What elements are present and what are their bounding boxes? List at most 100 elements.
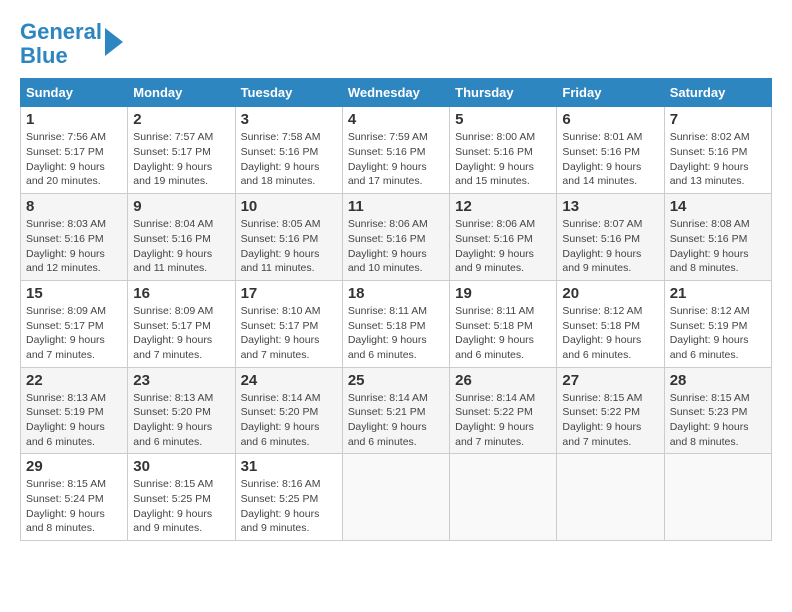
calendar-header-row: Sunday Monday Tuesday Wednesday Thursday…	[21, 79, 772, 107]
sunrise-label: Sunrise: 8:02 AM	[670, 131, 750, 143]
daylight-label: Daylight: 9 hours and 7 minutes.	[26, 334, 105, 361]
day-info: Sunrise: 8:13 AM Sunset: 5:20 PM Dayligh…	[133, 391, 229, 450]
day-info: Sunrise: 8:06 AM Sunset: 5:16 PM Dayligh…	[348, 217, 444, 276]
calendar-cell: 21 Sunrise: 8:12 AM Sunset: 5:19 PM Dayl…	[664, 280, 771, 367]
daylight-label: Daylight: 9 hours and 12 minutes.	[26, 248, 105, 275]
sunset-label: Sunset: 5:16 PM	[455, 146, 533, 158]
day-number: 16	[133, 285, 229, 302]
day-info: Sunrise: 8:06 AM Sunset: 5:16 PM Dayligh…	[455, 217, 551, 276]
calendar-cell	[557, 454, 664, 541]
logo-blue: Blue	[20, 43, 68, 68]
day-number: 3	[241, 111, 337, 128]
day-info: Sunrise: 8:12 AM Sunset: 5:18 PM Dayligh…	[562, 304, 658, 363]
day-number: 26	[455, 372, 551, 389]
day-info: Sunrise: 8:14 AM Sunset: 5:20 PM Dayligh…	[241, 391, 337, 450]
calendar-week-row: 15 Sunrise: 8:09 AM Sunset: 5:17 PM Dayl…	[21, 280, 772, 367]
calendar-table: Sunday Monday Tuesday Wednesday Thursday…	[20, 78, 772, 541]
sunrise-label: Sunrise: 7:57 AM	[133, 131, 213, 143]
calendar-cell: 8 Sunrise: 8:03 AM Sunset: 5:16 PM Dayli…	[21, 194, 128, 281]
logo-arrow-icon	[105, 28, 123, 56]
daylight-label: Daylight: 9 hours and 9 minutes.	[562, 248, 641, 275]
day-info: Sunrise: 8:15 AM Sunset: 5:23 PM Dayligh…	[670, 391, 766, 450]
daylight-label: Daylight: 9 hours and 15 minutes.	[455, 161, 534, 188]
calendar-week-row: 8 Sunrise: 8:03 AM Sunset: 5:16 PM Dayli…	[21, 194, 772, 281]
daylight-label: Daylight: 9 hours and 6 minutes.	[670, 334, 749, 361]
logo-text: General Blue	[20, 20, 102, 68]
calendar-cell: 27 Sunrise: 8:15 AM Sunset: 5:22 PM Dayl…	[557, 367, 664, 454]
day-number: 11	[348, 198, 444, 215]
calendar-cell: 4 Sunrise: 7:59 AM Sunset: 5:16 PM Dayli…	[342, 107, 449, 194]
sunset-label: Sunset: 5:20 PM	[241, 406, 319, 418]
calendar-cell: 6 Sunrise: 8:01 AM Sunset: 5:16 PM Dayli…	[557, 107, 664, 194]
day-info: Sunrise: 8:07 AM Sunset: 5:16 PM Dayligh…	[562, 217, 658, 276]
sunrise-label: Sunrise: 8:16 AM	[241, 478, 321, 490]
sunrise-label: Sunrise: 8:08 AM	[670, 218, 750, 230]
logo-general: General	[20, 19, 102, 44]
day-info: Sunrise: 8:16 AM Sunset: 5:25 PM Dayligh…	[241, 477, 337, 536]
page-header: General Blue	[20, 20, 772, 68]
calendar-cell: 22 Sunrise: 8:13 AM Sunset: 5:19 PM Dayl…	[21, 367, 128, 454]
daylight-label: Daylight: 9 hours and 8 minutes.	[670, 248, 749, 275]
day-info: Sunrise: 7:59 AM Sunset: 5:16 PM Dayligh…	[348, 130, 444, 189]
sunset-label: Sunset: 5:25 PM	[241, 493, 319, 505]
sunset-label: Sunset: 5:18 PM	[562, 320, 640, 332]
calendar-cell: 26 Sunrise: 8:14 AM Sunset: 5:22 PM Dayl…	[450, 367, 557, 454]
sunrise-label: Sunrise: 8:13 AM	[26, 392, 106, 404]
calendar-cell: 2 Sunrise: 7:57 AM Sunset: 5:17 PM Dayli…	[128, 107, 235, 194]
daylight-label: Daylight: 9 hours and 20 minutes.	[26, 161, 105, 188]
calendar-cell: 29 Sunrise: 8:15 AM Sunset: 5:24 PM Dayl…	[21, 454, 128, 541]
day-number: 22	[26, 372, 122, 389]
day-info: Sunrise: 7:56 AM Sunset: 5:17 PM Dayligh…	[26, 130, 122, 189]
daylight-label: Daylight: 9 hours and 11 minutes.	[133, 248, 212, 275]
calendar-cell	[342, 454, 449, 541]
day-info: Sunrise: 8:09 AM Sunset: 5:17 PM Dayligh…	[26, 304, 122, 363]
calendar-cell	[450, 454, 557, 541]
day-number: 12	[455, 198, 551, 215]
day-number: 27	[562, 372, 658, 389]
sunset-label: Sunset: 5:16 PM	[133, 233, 211, 245]
calendar-cell: 5 Sunrise: 8:00 AM Sunset: 5:16 PM Dayli…	[450, 107, 557, 194]
calendar-cell: 31 Sunrise: 8:16 AM Sunset: 5:25 PM Dayl…	[235, 454, 342, 541]
day-number: 24	[241, 372, 337, 389]
sunrise-label: Sunrise: 8:04 AM	[133, 218, 213, 230]
sunset-label: Sunset: 5:22 PM	[562, 406, 640, 418]
sunrise-label: Sunrise: 7:59 AM	[348, 131, 428, 143]
sunset-label: Sunset: 5:16 PM	[348, 146, 426, 158]
col-sunday: Sunday	[21, 79, 128, 107]
sunset-label: Sunset: 5:16 PM	[348, 233, 426, 245]
calendar-cell: 12 Sunrise: 8:06 AM Sunset: 5:16 PM Dayl…	[450, 194, 557, 281]
calendar-cell: 30 Sunrise: 8:15 AM Sunset: 5:25 PM Dayl…	[128, 454, 235, 541]
day-number: 13	[562, 198, 658, 215]
day-info: Sunrise: 7:58 AM Sunset: 5:16 PM Dayligh…	[241, 130, 337, 189]
calendar-cell: 13 Sunrise: 8:07 AM Sunset: 5:16 PM Dayl…	[557, 194, 664, 281]
day-info: Sunrise: 8:15 AM Sunset: 5:22 PM Dayligh…	[562, 391, 658, 450]
sunset-label: Sunset: 5:19 PM	[670, 320, 748, 332]
day-number: 28	[670, 372, 766, 389]
sunrise-label: Sunrise: 8:01 AM	[562, 131, 642, 143]
day-number: 8	[26, 198, 122, 215]
daylight-label: Daylight: 9 hours and 6 minutes.	[241, 421, 320, 448]
daylight-label: Daylight: 9 hours and 6 minutes.	[455, 334, 534, 361]
day-info: Sunrise: 8:00 AM Sunset: 5:16 PM Dayligh…	[455, 130, 551, 189]
sunset-label: Sunset: 5:16 PM	[670, 233, 748, 245]
sunset-label: Sunset: 5:23 PM	[670, 406, 748, 418]
day-info: Sunrise: 7:57 AM Sunset: 5:17 PM Dayligh…	[133, 130, 229, 189]
sunrise-label: Sunrise: 8:12 AM	[670, 305, 750, 317]
calendar-cell	[664, 454, 771, 541]
day-number: 7	[670, 111, 766, 128]
daylight-label: Daylight: 9 hours and 9 minutes.	[455, 248, 534, 275]
day-number: 14	[670, 198, 766, 215]
sunset-label: Sunset: 5:22 PM	[455, 406, 533, 418]
sunrise-label: Sunrise: 8:12 AM	[562, 305, 642, 317]
calendar-cell: 24 Sunrise: 8:14 AM Sunset: 5:20 PM Dayl…	[235, 367, 342, 454]
daylight-label: Daylight: 9 hours and 8 minutes.	[26, 508, 105, 535]
sunset-label: Sunset: 5:17 PM	[133, 320, 211, 332]
calendar-cell: 17 Sunrise: 8:10 AM Sunset: 5:17 PM Dayl…	[235, 280, 342, 367]
day-info: Sunrise: 8:10 AM Sunset: 5:17 PM Dayligh…	[241, 304, 337, 363]
day-number: 21	[670, 285, 766, 302]
sunrise-label: Sunrise: 8:14 AM	[241, 392, 321, 404]
day-info: Sunrise: 8:08 AM Sunset: 5:16 PM Dayligh…	[670, 217, 766, 276]
daylight-label: Daylight: 9 hours and 6 minutes.	[562, 334, 641, 361]
sunset-label: Sunset: 5:16 PM	[241, 233, 319, 245]
calendar-cell: 7 Sunrise: 8:02 AM Sunset: 5:16 PM Dayli…	[664, 107, 771, 194]
